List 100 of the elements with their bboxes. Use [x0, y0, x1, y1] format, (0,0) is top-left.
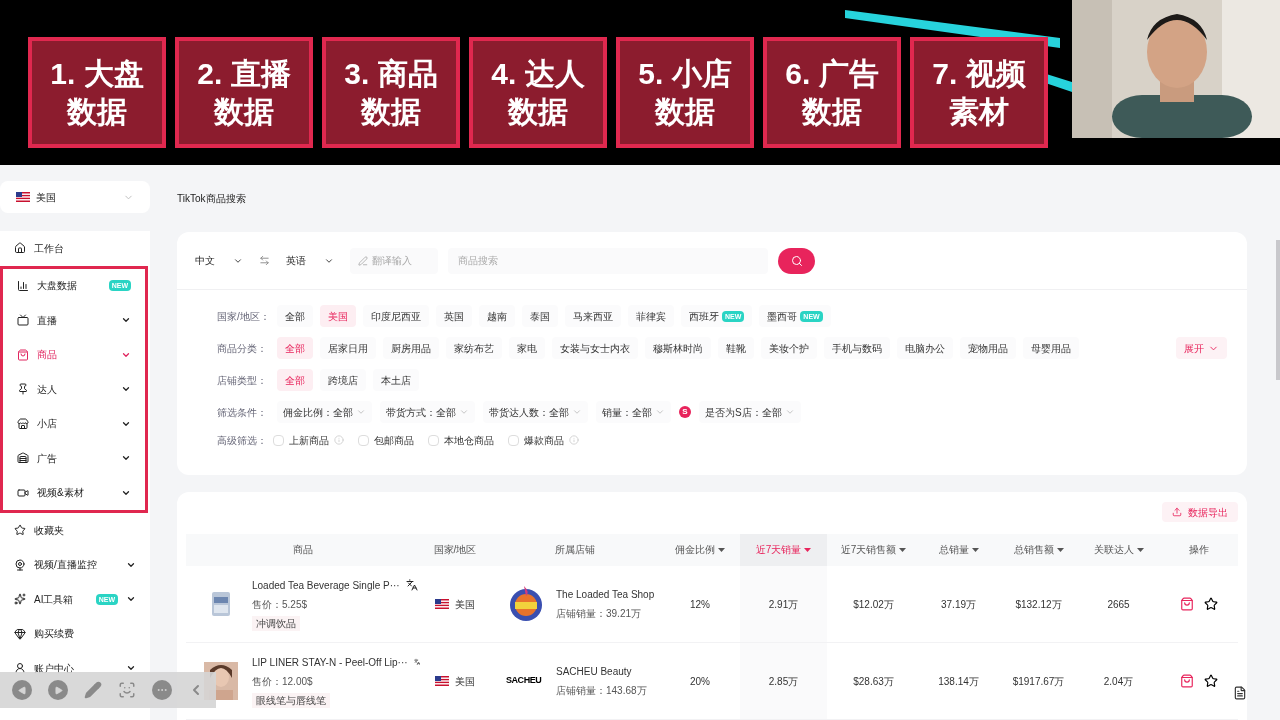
filter-option[interactable]: 美国: [320, 305, 356, 327]
search-button[interactable]: [778, 247, 815, 274]
product-name[interactable]: Loaded Tea Beverage Single P···: [252, 577, 400, 593]
filter-option[interactable]: 本土店: [373, 369, 419, 391]
pencil-icon[interactable]: [84, 681, 102, 699]
checkbox[interactable]: [508, 434, 519, 446]
filter-option[interactable]: 厨房用品: [383, 337, 439, 359]
category-tag: 眼线笔与唇线笔: [252, 692, 330, 708]
product-name[interactable]: LIP LINER STAY-N - Peel-Off Lip···: [252, 654, 408, 670]
column-header: 操作: [1187, 543, 1210, 558]
country-cell-text: 美国: [455, 597, 475, 612]
language-select[interactable]: 中文: [189, 247, 249, 274]
sidebar-item[interactable]: 工作台: [0, 231, 150, 266]
chevron-icon: [572, 407, 582, 417]
filter-option[interactable]: 宠物用品: [960, 337, 1016, 359]
shop-name[interactable]: SACHEU Beauty: [556, 664, 647, 679]
home-icon: [14, 242, 26, 255]
filter-option[interactable]: 穆斯林时尚: [645, 337, 711, 359]
filter-option[interactable]: 跨境店: [320, 369, 366, 391]
filter-option[interactable]: 居家日用: [320, 337, 376, 359]
filter-option[interactable]: 手机与数码: [824, 337, 890, 359]
filter-option[interactable]: 英国: [436, 305, 472, 327]
filter-option[interactable]: 印度尼西亚: [363, 305, 429, 327]
user-icon: [14, 662, 26, 675]
tv-icon: [17, 314, 29, 327]
sidebar-item[interactable]: 视频/直播监控: [0, 547, 150, 582]
tile-text: 素材: [949, 93, 1009, 130]
filter-option[interactable]: 泰国: [522, 305, 558, 327]
filter-dropdown[interactable]: 带货达人数：全部: [483, 401, 588, 423]
table-cell-text: 12%: [690, 597, 710, 612]
gem-icon: [14, 627, 26, 640]
sidebar-item[interactable]: 视频&素材: [3, 475, 145, 510]
bag-icon[interactable]: [1179, 674, 1194, 688]
sidebar-item[interactable]: 收藏夹: [0, 513, 150, 548]
table-cell-text: $132.12万: [1015, 597, 1062, 612]
chevron-icon: [784, 407, 795, 417]
bag-icon: [17, 348, 29, 361]
table-cell-text: 37.19万: [941, 597, 976, 612]
column-header[interactable]: 近7天销量: [740, 533, 827, 566]
tile-text: 3. 商品: [344, 55, 438, 92]
tile-text: 7. 视频: [932, 55, 1026, 92]
more-icon[interactable]: [152, 680, 172, 700]
star-icon[interactable]: [1203, 597, 1218, 611]
upload-icon: [1172, 507, 1182, 517]
filter-dropdown[interactable]: 带货方式：全部: [380, 401, 475, 423]
filter-option[interactable]: 全部: [277, 337, 313, 359]
sidebar-item[interactable]: 达人: [3, 372, 145, 407]
checkbox[interactable]: [273, 434, 284, 446]
screenshot-icon[interactable]: [118, 681, 136, 699]
search-field[interactable]: 商品搜索: [448, 247, 768, 274]
pen-icon: [358, 255, 368, 266]
back-icon[interactable]: [12, 680, 32, 700]
sidebar-item[interactable]: 商品: [3, 337, 145, 372]
filter-option[interactable]: 马来西亚: [565, 305, 621, 327]
column-header[interactable]: 总销量: [920, 533, 997, 566]
star-icon[interactable]: [1203, 674, 1218, 688]
filter-option[interactable]: 电脑办公: [897, 337, 953, 359]
filter-dropdown[interactable]: 是否为S店：全部: [699, 401, 801, 423]
filter-dropdown[interactable]: 销量：全部: [596, 401, 671, 423]
column-header[interactable]: 佣金比例: [660, 533, 740, 566]
filter-option[interactable]: 菲律宾: [628, 305, 674, 327]
column-header: 商品: [292, 543, 314, 558]
tile-text: 1. 大盘: [50, 55, 144, 92]
tile-text: 数据: [508, 93, 568, 130]
filter-dropdown[interactable]: 佣金比例：全部: [277, 401, 372, 423]
column-header: 所属店铺: [554, 543, 596, 558]
filter-option[interactable]: 女装与女士内衣: [552, 337, 638, 359]
sidebar-item[interactable]: 小店: [3, 406, 145, 441]
column-header[interactable]: 关联达人: [1080, 533, 1157, 566]
sidebar-item[interactable]: 购买续费: [0, 616, 150, 651]
language-select[interactable]: 英语: [280, 247, 340, 274]
scrollbar[interactable]: [1276, 240, 1280, 380]
tile-text: 2. 直播: [197, 55, 291, 92]
filter-option[interactable]: 全部: [277, 369, 313, 391]
column-header[interactable]: 近7天销售额: [827, 533, 920, 566]
document-icon[interactable]: [1233, 686, 1247, 700]
filter-option[interactable]: 全部: [277, 305, 313, 327]
filter-option[interactable]: 母婴用品: [1023, 337, 1079, 359]
sidebar-item[interactable]: 直播: [3, 303, 145, 338]
bag-icon[interactable]: [1179, 597, 1194, 611]
checkbox[interactable]: [358, 434, 369, 446]
filter-option[interactable]: 越南: [479, 305, 515, 327]
sidebar-item[interactable]: 广告: [3, 441, 145, 476]
swap-icon[interactable]: [259, 255, 270, 266]
flag-icon: [435, 676, 449, 686]
translate-icon[interactable]: [405, 579, 418, 591]
column-header: 国家/地区: [432, 543, 478, 558]
expand-button[interactable]: 展开: [1176, 337, 1227, 359]
column-header[interactable]: 总销售额: [997, 533, 1080, 566]
region-selector[interactable]: 美国: [0, 181, 150, 213]
shop-name[interactable]: The Loaded Tea Shop: [556, 587, 655, 602]
play-icon[interactable]: [48, 680, 68, 700]
filter-option[interactable]: 美妆个护: [761, 337, 817, 359]
export-button[interactable]: 数据导出: [1162, 502, 1238, 522]
filter-option[interactable]: 鞋靴: [718, 337, 754, 359]
filter-option[interactable]: 家纺布艺: [446, 337, 502, 359]
checkbox[interactable]: [428, 434, 439, 446]
s-icon: S: [679, 406, 691, 418]
filter-option[interactable]: 家电: [509, 337, 545, 359]
sidebar-item[interactable]: 账户中心: [0, 651, 150, 686]
